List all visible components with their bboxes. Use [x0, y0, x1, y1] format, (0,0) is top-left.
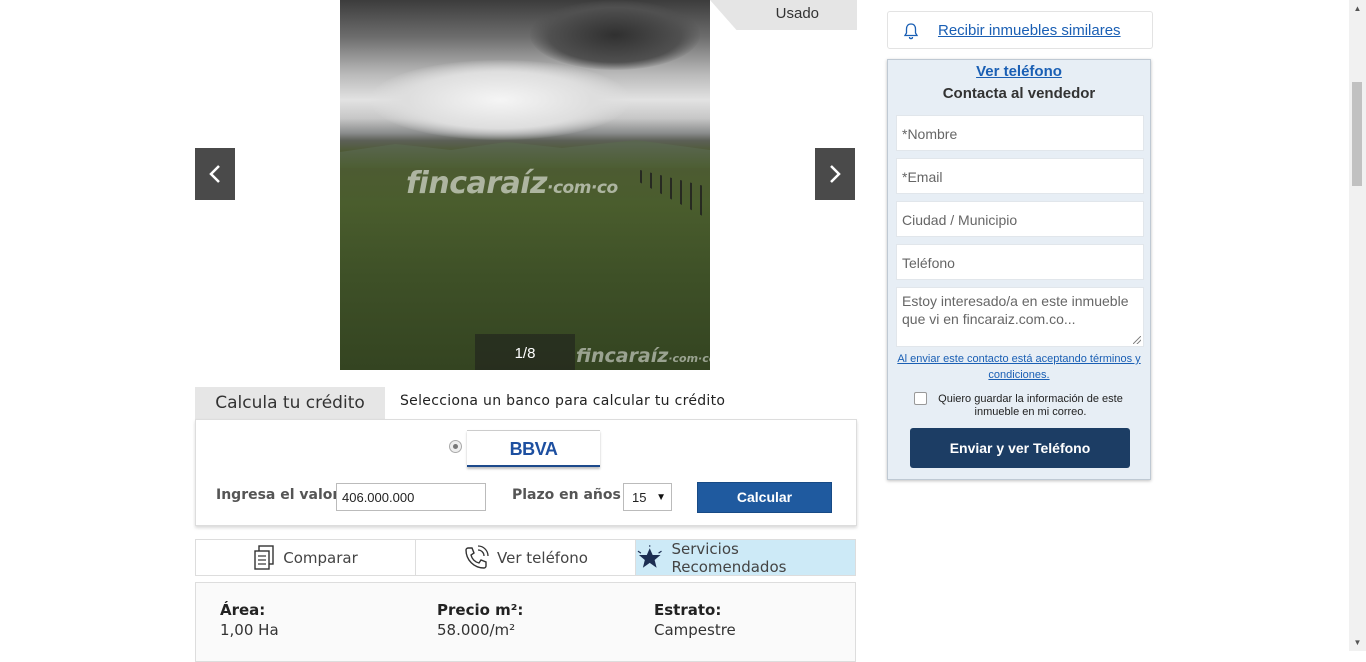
term-label: Plazo en años: [512, 487, 621, 503]
view-phone-label: Ver teléfono: [497, 548, 588, 567]
spec-stratum-label: Estrato:: [654, 601, 722, 619]
contact-title: Contacta al vendedor: [942, 85, 1096, 102]
condition-badge: Usado: [710, 0, 857, 30]
phone-field[interactable]: Teléfono: [896, 244, 1144, 280]
send-and-view-phone-button[interactable]: Enviar y ver Teléfono: [910, 428, 1130, 468]
chevron-down-icon: ▼: [656, 492, 666, 503]
photo-fence: [640, 170, 710, 220]
value-input[interactable]: [336, 483, 486, 511]
compare-document-icon: [254, 544, 274, 570]
next-photo-button[interactable]: [815, 148, 855, 200]
prev-photo-button[interactable]: [195, 148, 235, 200]
credit-calculator-subtitle: Selecciona un banco para calcular tu cré…: [400, 393, 726, 409]
value-label: Ingresa el valor: [216, 487, 340, 503]
term-select-value: 15: [632, 490, 647, 505]
resize-grip-icon[interactable]: [1133, 336, 1141, 344]
photo-watermark-corner: fincaraíz·com·co: [576, 345, 710, 367]
bell-icon: [903, 23, 919, 40]
spec-stratum-value: Campestre: [654, 621, 736, 639]
recommended-services-button[interactable]: Servicios Recomendados: [636, 539, 855, 576]
photo-counter: 1/8: [475, 334, 575, 370]
similar-listings-link[interactable]: Recibir inmuebles similares: [938, 22, 1121, 39]
email-field[interactable]: *Email: [896, 158, 1144, 194]
photo-cloud-light: [370, 60, 630, 140]
view-phone-link[interactable]: Ver teléfono: [888, 63, 1150, 80]
phone-icon: [465, 544, 489, 569]
spec-price-label: Precio m²:: [437, 601, 524, 619]
spec-stratum: Estrato: Campestre: [654, 601, 736, 639]
bank-logo-bbva[interactable]: BBVA: [467, 430, 600, 467]
credit-calculator-tab: Calcula tu crédito: [195, 387, 385, 419]
photo-watermark: fincaraíz·com·co: [406, 166, 618, 201]
save-info-label: Quiero guardar la información de este in…: [938, 393, 1123, 418]
terms-link[interactable]: Al enviar este contacto está aceptando t…: [888, 351, 1150, 383]
save-info-checkbox[interactable]: [914, 392, 927, 405]
term-select[interactable]: 15 ▼: [623, 483, 672, 511]
action-bar: Comparar Ver teléfono Servicios Recomend…: [195, 539, 856, 576]
compare-button[interactable]: Comparar: [196, 540, 416, 575]
contact-seller-panel: Ver teléfono Contacta al vendedor *Nombr…: [887, 59, 1151, 480]
spec-price-value: 58.000/m²: [437, 621, 516, 639]
name-field[interactable]: *Nombre: [896, 115, 1144, 151]
scroll-down-icon[interactable]: ▼: [1349, 634, 1366, 651]
city-field[interactable]: Ciudad / Municipio: [896, 201, 1144, 237]
compare-label: Comparar: [283, 548, 358, 567]
message-placeholder: Estoy interesado/a en este inmueble que …: [902, 293, 1129, 327]
chevron-left-icon: [209, 165, 220, 183]
view-phone-button[interactable]: Ver teléfono: [416, 540, 636, 575]
scrollbar-thumb[interactable]: [1352, 82, 1362, 186]
photo-cloud: [530, 0, 700, 70]
page-scrollbar[interactable]: ▲ ▼: [1349, 0, 1366, 651]
bank-radio[interactable]: [449, 440, 462, 453]
spec-area-value: 1,00 Ha: [220, 621, 279, 639]
spec-area: Área: 1,00 Ha: [220, 601, 279, 639]
similar-listings-box: Recibir inmuebles similares: [887, 11, 1153, 49]
spec-price: Precio m²: 58.000/m²: [437, 601, 523, 639]
calculate-button[interactable]: Calcular: [697, 482, 832, 513]
property-photo[interactable]: fincaraíz·com·co fincaraíz·com·co: [340, 0, 710, 370]
recommended-services-label: Servicios Recomendados: [671, 539, 787, 576]
scroll-up-icon[interactable]: ▲: [1349, 0, 1366, 17]
star-icon: [637, 544, 662, 568]
spec-area-label: Área:: [220, 601, 266, 619]
chevron-right-icon: [830, 165, 841, 183]
message-textarea[interactable]: Estoy interesado/a en este inmueble que …: [896, 287, 1144, 347]
property-specs: Área: 1,00 Ha Precio m²: 58.000/m² Estra…: [195, 582, 856, 662]
